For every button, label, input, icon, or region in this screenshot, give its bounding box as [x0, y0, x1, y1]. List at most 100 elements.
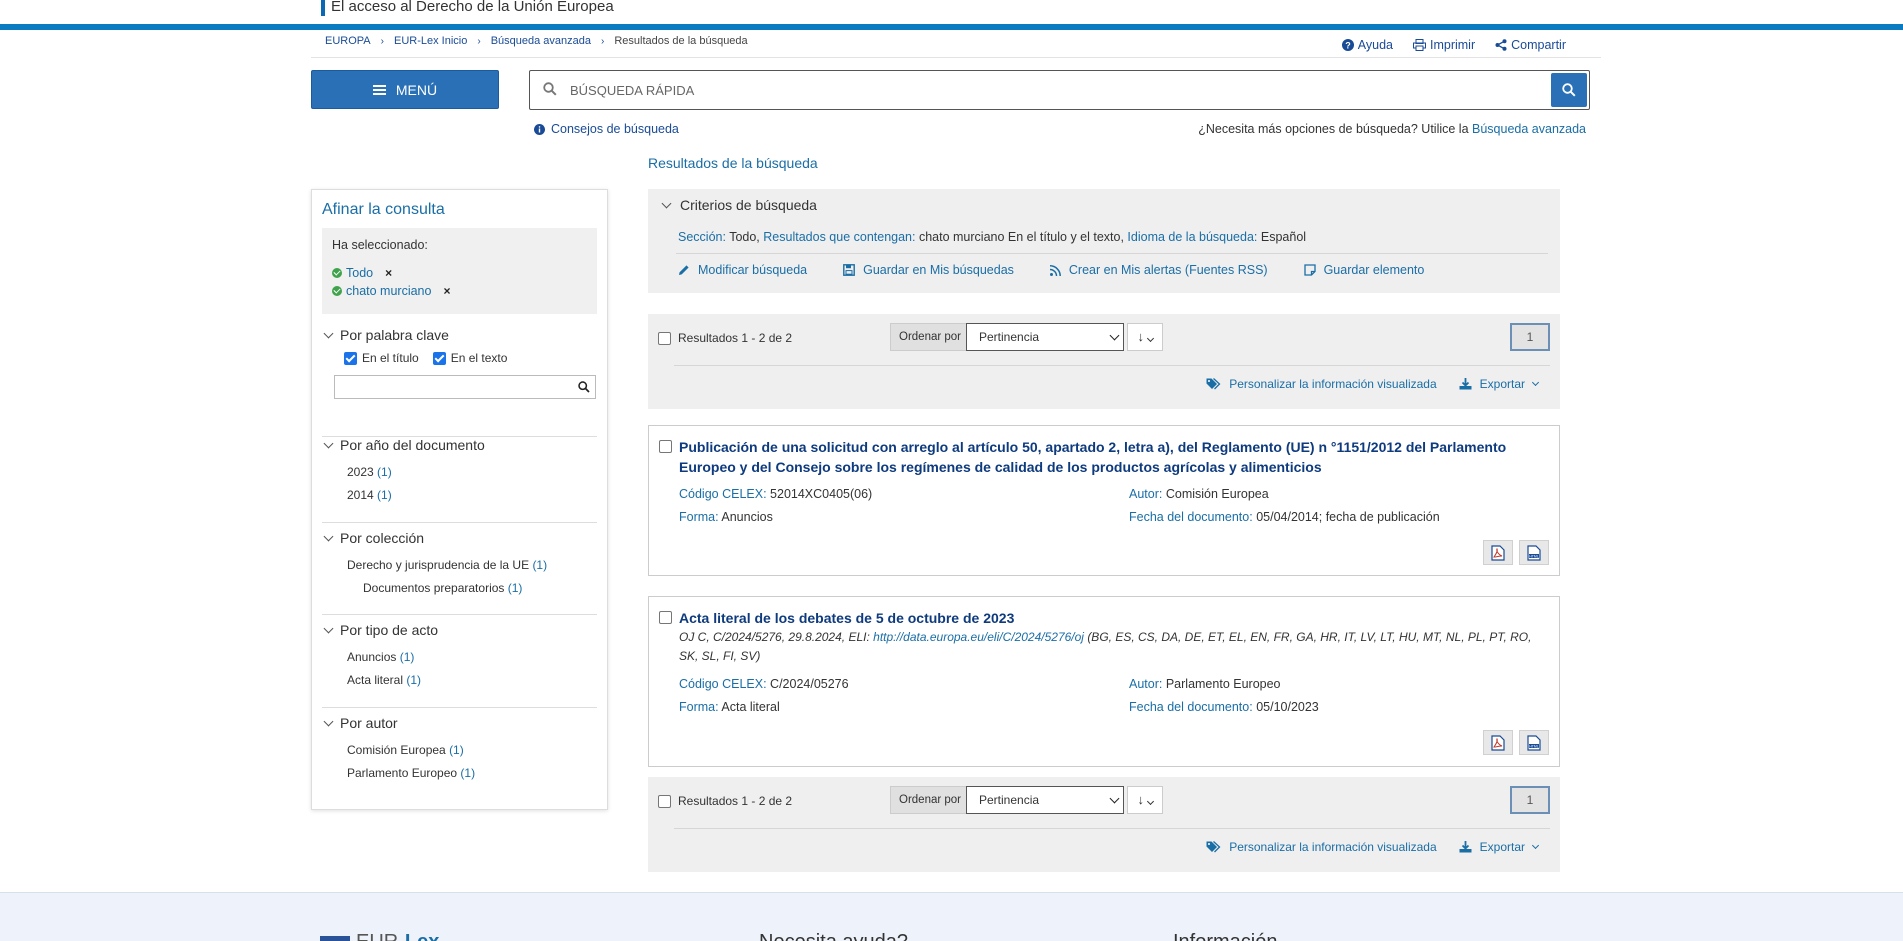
pdf-icon[interactable] — [1483, 730, 1513, 755]
facet-year-header[interactable]: Por año del documento — [322, 437, 597, 453]
html-icon[interactable]: HTML — [1519, 730, 1549, 755]
criteria-value: chato murciano En el título y el texto, — [918, 230, 1124, 244]
facet-act-type-header[interactable]: Por tipo de acto — [322, 622, 597, 638]
search-criteria-panel: Criterios de búsqueda Sección: Todo, Res… — [648, 189, 1560, 293]
print-link[interactable]: Imprimir — [1412, 38, 1475, 52]
field-key: Forma: — [679, 700, 719, 714]
result-title-link[interactable]: Publicación de una solicitud con arreglo… — [679, 437, 1549, 477]
criteria-key: Idioma de la búsqueda: — [1127, 230, 1258, 244]
share-link[interactable]: Compartir — [1495, 38, 1566, 52]
customize-display-button[interactable]: Personalizar la información visualizada — [1206, 840, 1437, 854]
divider — [322, 522, 597, 523]
divider — [674, 828, 1550, 829]
breadcrumb-home[interactable]: EUR-Lex Inicio — [394, 35, 467, 47]
html-icon[interactable]: HTML — [1519, 540, 1549, 565]
facet-collection-header[interactable]: Por colección — [322, 530, 597, 546]
search-icon[interactable] — [578, 381, 590, 393]
select-all-checkbox[interactable] — [658, 795, 671, 808]
export-button[interactable]: Exportar — [1459, 377, 1540, 391]
keyword-input[interactable] — [334, 375, 596, 399]
remove-icon[interactable]: × — [385, 266, 392, 280]
search-icon — [1562, 83, 1576, 97]
eu-flag-icon — [320, 935, 350, 941]
save-search-button[interactable]: Guardar en Mis búsquedas — [843, 263, 1014, 277]
criteria-heading: Criterios de búsqueda — [680, 197, 817, 213]
result-checkbox[interactable] — [659, 611, 672, 624]
facet-item[interactable]: Anuncios (1) — [347, 646, 597, 669]
search-tips[interactable]: Consejos de búsqueda — [534, 122, 679, 136]
modify-search-button[interactable]: Modificar búsqueda — [678, 263, 807, 277]
advanced-search-link[interactable]: Búsqueda avanzada — [1472, 122, 1586, 136]
results-toolbar-bottom: Resultados 1 - 2 de 2 Ordenar por Pertin… — [648, 777, 1560, 872]
pdf-icon[interactable] — [1483, 540, 1513, 565]
page-number[interactable]: 1 — [1510, 323, 1550, 351]
facet-item-count: (1) — [532, 558, 548, 572]
result-checkbox[interactable] — [659, 440, 672, 453]
facet-item[interactable]: Parlamento Europeo (1) — [347, 762, 597, 785]
field-value: 05/10/2023 — [1256, 700, 1319, 714]
select-all-checkbox[interactable] — [658, 332, 671, 345]
facet-item[interactable]: Documentos preparatorios (1) — [347, 577, 597, 600]
criteria-header[interactable]: Criterios de búsqueda — [660, 197, 817, 213]
facet-item-count: (1) — [377, 465, 392, 479]
search-input[interactable] — [570, 79, 1530, 101]
result-card: Publicación de una solicitud con arreglo… — [648, 425, 1560, 576]
eurlex-logo[interactable]: EUR-Lex — [320, 931, 439, 941]
facet-heading: Por tipo de acto — [340, 622, 439, 638]
search-submit-button[interactable] — [1551, 73, 1587, 107]
facet-item[interactable]: Derecho y jurisprudencia de la UE (1) — [347, 554, 597, 577]
export-button[interactable]: Exportar — [1459, 840, 1540, 854]
order-select[interactable]: Pertinencia — [966, 323, 1124, 351]
in-title-checkbox[interactable]: En el título — [344, 351, 419, 365]
search-tips-link[interactable]: Consejos de búsqueda — [551, 122, 679, 136]
criteria-value: Todo, — [729, 230, 760, 244]
advanced-search-hint: ¿Necesita más opciones de búsqueda? Util… — [1198, 122, 1586, 136]
selected-label: Ha seleccionado: — [332, 238, 428, 252]
field-value: C/2024/05276 — [770, 677, 849, 691]
facet-item[interactable]: Comisión Europea (1) — [347, 739, 597, 762]
selected-filters: Ha seleccionado: Todo × chato murciano × — [322, 228, 597, 314]
save-item-button[interactable]: Guardar elemento — [1303, 263, 1424, 277]
download-icon — [1459, 841, 1472, 853]
breadcrumb-europa[interactable]: EUROPA — [325, 35, 371, 47]
footer: EUR-Lex Necesita ayuda? Información — [0, 892, 1903, 941]
field-key: Código CELEX: — [679, 677, 767, 691]
question-circle-icon: ? — [1341, 39, 1354, 51]
chevron-down-icon — [323, 531, 334, 541]
facet-item[interactable]: 2014 (1) — [347, 484, 597, 507]
help-link[interactable]: ? Ayuda — [1341, 38, 1393, 52]
filter-chip-label[interactable]: Todo — [346, 266, 373, 280]
menu-button[interactable]: MENÚ — [311, 70, 499, 109]
facet-item-label: Parlamento Europeo — [347, 766, 458, 780]
result-title-link[interactable]: Acta literal de los debates de 5 de octu… — [679, 608, 1549, 628]
chevron-down-icon — [1146, 334, 1154, 343]
filter-chip-label[interactable]: chato murciano — [346, 284, 431, 298]
facet-item[interactable]: Acta literal (1) — [347, 669, 597, 692]
page-number[interactable]: 1 — [1510, 786, 1550, 814]
sort-direction-button[interactable]: ↓ — [1127, 323, 1163, 351]
field-value: Anuncios — [721, 510, 773, 524]
breadcrumb-advanced-search[interactable]: Búsqueda avanzada — [491, 35, 591, 47]
remove-icon[interactable]: × — [443, 284, 450, 298]
breadcrumb: EUROPA › EUR-Lex Inicio › Búsqueda avanz… — [325, 35, 748, 47]
chevron-down-icon — [323, 438, 334, 448]
facet-author-header[interactable]: Por autor — [322, 715, 597, 731]
rss-alert-button[interactable]: Crear en Mis alertas (Fuentes RSS) — [1049, 263, 1268, 277]
author-field: Autor: Parlamento Europeo — [1129, 677, 1281, 691]
facet-item[interactable]: 2023 (1) — [347, 461, 597, 484]
facet-keyword-header[interactable]: Por palabra clave — [322, 327, 597, 343]
checkbox-checked[interactable] — [432, 351, 446, 365]
checkbox-checked[interactable] — [344, 351, 357, 365]
note-icon — [1303, 264, 1316, 276]
customize-display-button[interactable]: Personalizar la información visualizada — [1206, 377, 1437, 391]
eli-link[interactable]: http://data.europa.eu/eli/C/2024/5276/oj — [873, 630, 1084, 644]
chevron-right-icon: › — [477, 35, 481, 47]
in-text-checkbox[interactable]: En el texto — [432, 351, 507, 365]
order-select[interactable]: Pertinencia — [966, 786, 1124, 814]
footer-help-heading: Necesita ayuda? — [759, 931, 908, 941]
chevron-down-icon — [323, 328, 334, 338]
order-value: Pertinencia — [979, 793, 1040, 807]
divider — [311, 57, 1601, 58]
sort-direction-button[interactable]: ↓ — [1127, 786, 1163, 814]
result-card: Acta literal de los debates de 5 de octu… — [648, 596, 1560, 767]
